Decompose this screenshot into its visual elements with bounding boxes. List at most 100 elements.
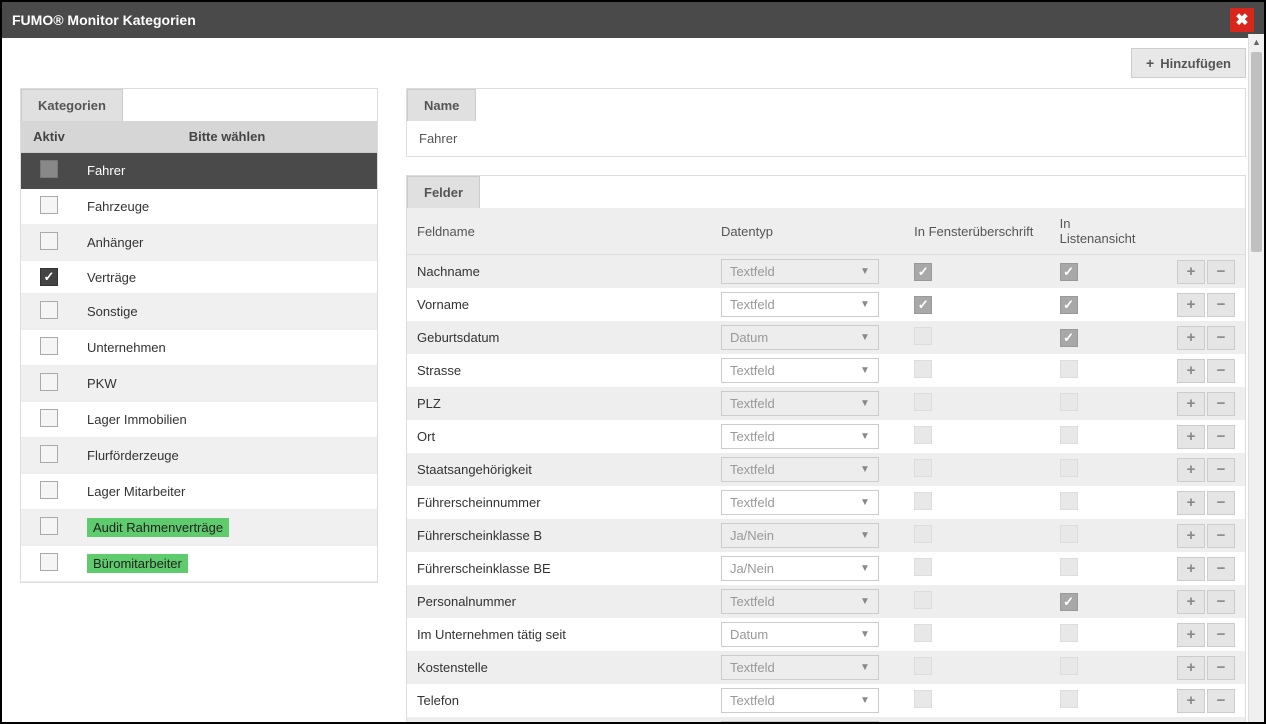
category-active-checkbox[interactable] (40, 553, 58, 571)
field-type-select[interactable]: Textfeld▼ (721, 655, 879, 680)
field-add-button[interactable]: + (1177, 590, 1205, 614)
field-add-button[interactable]: + (1177, 524, 1205, 548)
field-in-header-checkbox[interactable] (914, 296, 932, 314)
category-active-checkbox[interactable] (40, 373, 58, 391)
category-row[interactable]: Verträge (21, 261, 377, 294)
add-button[interactable]: + Hinzufügen (1131, 48, 1246, 78)
category-active-checkbox[interactable] (40, 481, 58, 499)
field-add-button[interactable]: + (1177, 392, 1205, 416)
field-add-button[interactable]: + (1177, 326, 1205, 350)
scrollbar-thumb[interactable] (1251, 52, 1262, 252)
category-active-checkbox[interactable] (40, 196, 58, 214)
field-in-header-checkbox[interactable] (914, 690, 932, 708)
category-row[interactable]: PKW (21, 366, 377, 402)
field-remove-button[interactable]: − (1207, 590, 1235, 614)
field-remove-button[interactable]: − (1207, 392, 1235, 416)
field-add-button[interactable]: + (1177, 293, 1205, 317)
field-remove-button[interactable]: − (1207, 656, 1235, 680)
field-in-list-checkbox[interactable] (1060, 492, 1078, 510)
category-row[interactable]: Lager Immobilien (21, 402, 377, 438)
field-in-header-checkbox[interactable] (914, 327, 932, 345)
field-remove-button[interactable]: − (1207, 689, 1235, 713)
field-in-header-checkbox[interactable] (914, 360, 932, 378)
field-remove-button[interactable]: − (1207, 293, 1235, 317)
field-type-select[interactable]: Ja/Nein▼ (721, 523, 879, 548)
field-in-header-checkbox[interactable] (914, 459, 932, 477)
category-active-checkbox[interactable] (40, 268, 58, 286)
field-type-select[interactable]: Datum▼ (721, 325, 879, 350)
field-in-list-checkbox[interactable] (1060, 426, 1078, 444)
field-in-list-checkbox[interactable] (1060, 393, 1078, 411)
field-type-select[interactable]: Textfeld▼ (721, 457, 879, 482)
field-add-button[interactable]: + (1177, 425, 1205, 449)
field-type-select[interactable]: Textfeld▼ (721, 589, 879, 614)
field-type-select[interactable]: Textfeld▼ (721, 292, 879, 317)
field-in-header-checkbox[interactable] (914, 591, 932, 609)
category-row[interactable]: Lager Mitarbeiter (21, 474, 377, 510)
close-button[interactable]: ✖ (1230, 8, 1254, 32)
field-remove-button[interactable]: − (1207, 359, 1235, 383)
field-add-button[interactable]: + (1177, 689, 1205, 713)
field-in-header-checkbox[interactable] (914, 624, 932, 642)
category-active-checkbox[interactable] (40, 337, 58, 355)
field-remove-button[interactable]: − (1207, 458, 1235, 482)
field-type-select[interactable]: Textfeld▼ (721, 688, 879, 713)
field-type-select[interactable]: Textfeld▼ (721, 358, 879, 383)
scrollbar[interactable]: ▲ (1248, 34, 1264, 722)
field-remove-button[interactable]: − (1207, 524, 1235, 548)
field-remove-button[interactable]: − (1207, 425, 1235, 449)
field-add-button[interactable]: + (1177, 359, 1205, 383)
category-active-checkbox[interactable] (40, 301, 58, 319)
field-in-header-checkbox[interactable] (914, 657, 932, 675)
field-in-list-checkbox[interactable] (1060, 296, 1078, 314)
category-active-checkbox[interactable] (40, 517, 58, 535)
field-remove-button[interactable]: − (1207, 491, 1235, 515)
field-in-list-checkbox[interactable] (1060, 459, 1078, 477)
field-in-header-checkbox[interactable] (914, 525, 932, 543)
field-add-button[interactable]: + (1177, 623, 1205, 647)
field-type-select[interactable]: Textfeld▼ (721, 424, 879, 449)
category-row[interactable]: Fahrer (21, 153, 377, 189)
field-in-header-checkbox[interactable] (914, 558, 932, 576)
field-type-select[interactable]: Textfeld▼ (721, 490, 879, 515)
field-in-list-checkbox[interactable] (1060, 329, 1078, 347)
category-row[interactable]: Büromitarbeiter (21, 546, 377, 582)
field-in-list-checkbox[interactable] (1060, 690, 1078, 708)
field-type-select[interactable]: Datum▼ (721, 622, 879, 647)
field-in-list-checkbox[interactable] (1060, 624, 1078, 642)
category-row[interactable]: Audit Rahmenverträge (21, 510, 377, 546)
field-in-list-checkbox[interactable] (1060, 360, 1078, 378)
field-remove-button[interactable]: − (1207, 260, 1235, 284)
category-active-checkbox[interactable] (40, 160, 58, 178)
category-active-checkbox[interactable] (40, 445, 58, 463)
field-in-list-checkbox[interactable] (1060, 657, 1078, 675)
field-in-header-checkbox[interactable] (914, 492, 932, 510)
category-row[interactable]: Sonstige (21, 294, 377, 330)
field-add-button[interactable]: + (1177, 491, 1205, 515)
category-active-checkbox[interactable] (40, 232, 58, 250)
field-remove-button[interactable]: − (1207, 623, 1235, 647)
category-row[interactable]: Anhänger (21, 225, 377, 261)
field-add-button[interactable]: + (1177, 260, 1205, 284)
field-in-header-checkbox[interactable] (914, 263, 932, 281)
field-in-header-checkbox[interactable] (914, 393, 932, 411)
field-in-list-checkbox[interactable] (1060, 263, 1078, 281)
category-row[interactable]: Fahrzeuge (21, 189, 377, 225)
field-add-button[interactable]: + (1177, 458, 1205, 482)
field-type-value: Textfeld (730, 495, 775, 510)
field-in-list-checkbox[interactable] (1060, 558, 1078, 576)
field-in-header-checkbox[interactable] (914, 426, 932, 444)
category-active-checkbox[interactable] (40, 409, 58, 427)
field-type-select[interactable]: Ja/Nein▼ (721, 556, 879, 581)
field-add-button[interactable]: + (1177, 557, 1205, 581)
category-row[interactable]: Flurförderzeuge (21, 438, 377, 474)
field-add-button[interactable]: + (1177, 656, 1205, 680)
category-row[interactable]: Unternehmen (21, 330, 377, 366)
field-remove-button[interactable]: − (1207, 557, 1235, 581)
field-remove-button[interactable]: − (1207, 326, 1235, 350)
field-in-list-checkbox[interactable] (1060, 525, 1078, 543)
field-type-select[interactable]: Textfeld▼ (721, 391, 879, 416)
field-type-select[interactable]: Textfeld▼ (721, 259, 879, 284)
scrollbar-up-arrow-icon[interactable]: ▲ (1249, 34, 1264, 50)
field-in-list-checkbox[interactable] (1060, 593, 1078, 611)
